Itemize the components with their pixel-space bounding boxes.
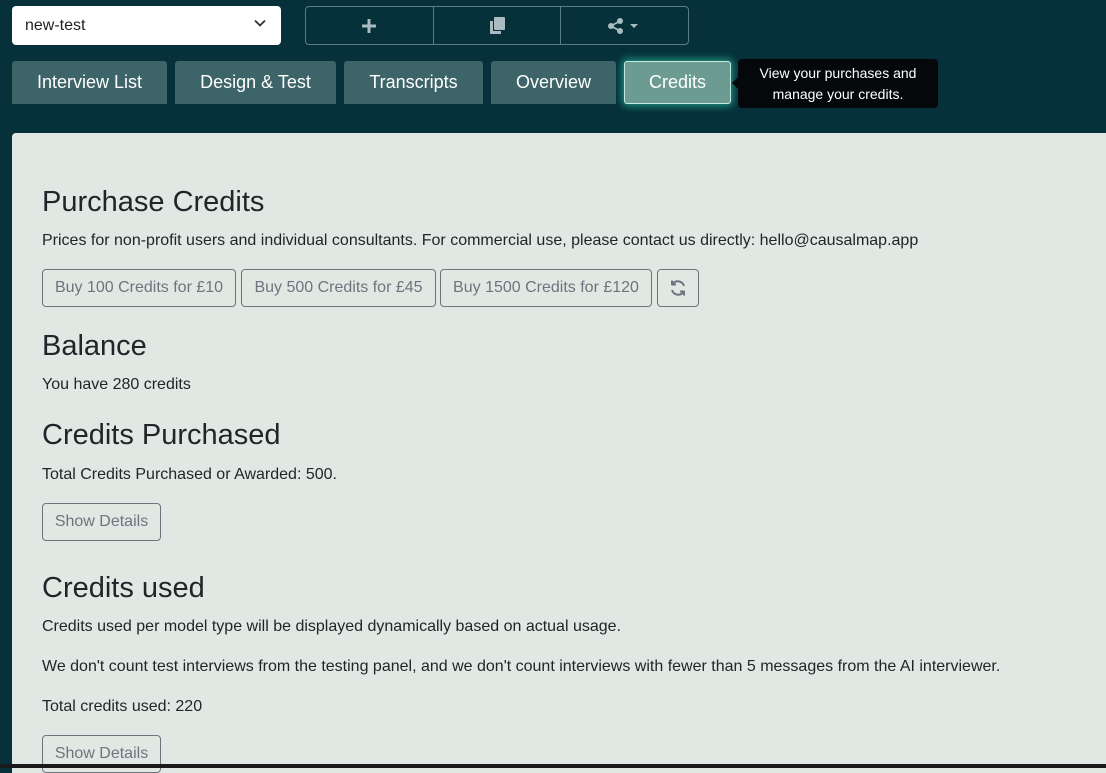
show-purchased-details-button[interactable]: Show Details — [42, 503, 161, 541]
refresh-button[interactable] — [657, 269, 699, 307]
share-button[interactable] — [561, 7, 688, 44]
balance-title: Balance — [42, 330, 147, 362]
credits-used-text: Credits used per model type will be disp… — [42, 618, 621, 635]
credits-used-title: Credits used — [42, 572, 205, 604]
tab-transcripts[interactable]: Transcripts — [344, 61, 483, 104]
purchase-credits-title: Purchase Credits — [42, 186, 265, 218]
share-icon — [607, 17, 638, 34]
buy-100-credits-button[interactable]: Buy 100 Credits for £10 — [42, 269, 236, 307]
buy-1500-credits-button[interactable]: Buy 1500 Credits for £120 — [440, 269, 652, 307]
tab-overview[interactable]: Overview — [491, 61, 616, 104]
add-button[interactable] — [306, 7, 434, 44]
tab-design-test[interactable]: Design & Test — [175, 61, 336, 104]
credits-purchased-title: Credits Purchased — [42, 419, 281, 451]
purchase-description: Prices for non-profit users and individu… — [42, 232, 919, 249]
copy-icon — [489, 17, 505, 34]
project-select[interactable]: new-test — [12, 6, 281, 45]
window-bottom-edge — [0, 764, 1106, 768]
project-select-value: new-test — [25, 16, 86, 34]
credits-tooltip: View your purchases and manage your cred… — [732, 59, 938, 108]
tab-interview-list[interactable]: Interview List — [12, 61, 167, 104]
chevron-down-icon — [253, 16, 267, 35]
tab-credits[interactable]: Credits — [624, 61, 731, 104]
copy-button[interactable] — [434, 7, 562, 44]
plus-icon — [362, 18, 377, 33]
balance-text: You have 280 credits — [42, 376, 191, 393]
refresh-icon — [671, 280, 685, 296]
toolbar-group — [305, 6, 689, 45]
credits-used-note: We don't count test interviews from the … — [42, 658, 1001, 675]
credits-purchased-text: Total Credits Purchased or Awarded: 500. — [42, 466, 337, 483]
total-credits-used: Total credits used: 220 — [42, 698, 203, 715]
credits-panel: Purchase Credits Prices for non-profit u… — [12, 133, 1106, 773]
buy-500-credits-button[interactable]: Buy 500 Credits for £45 — [241, 269, 436, 307]
